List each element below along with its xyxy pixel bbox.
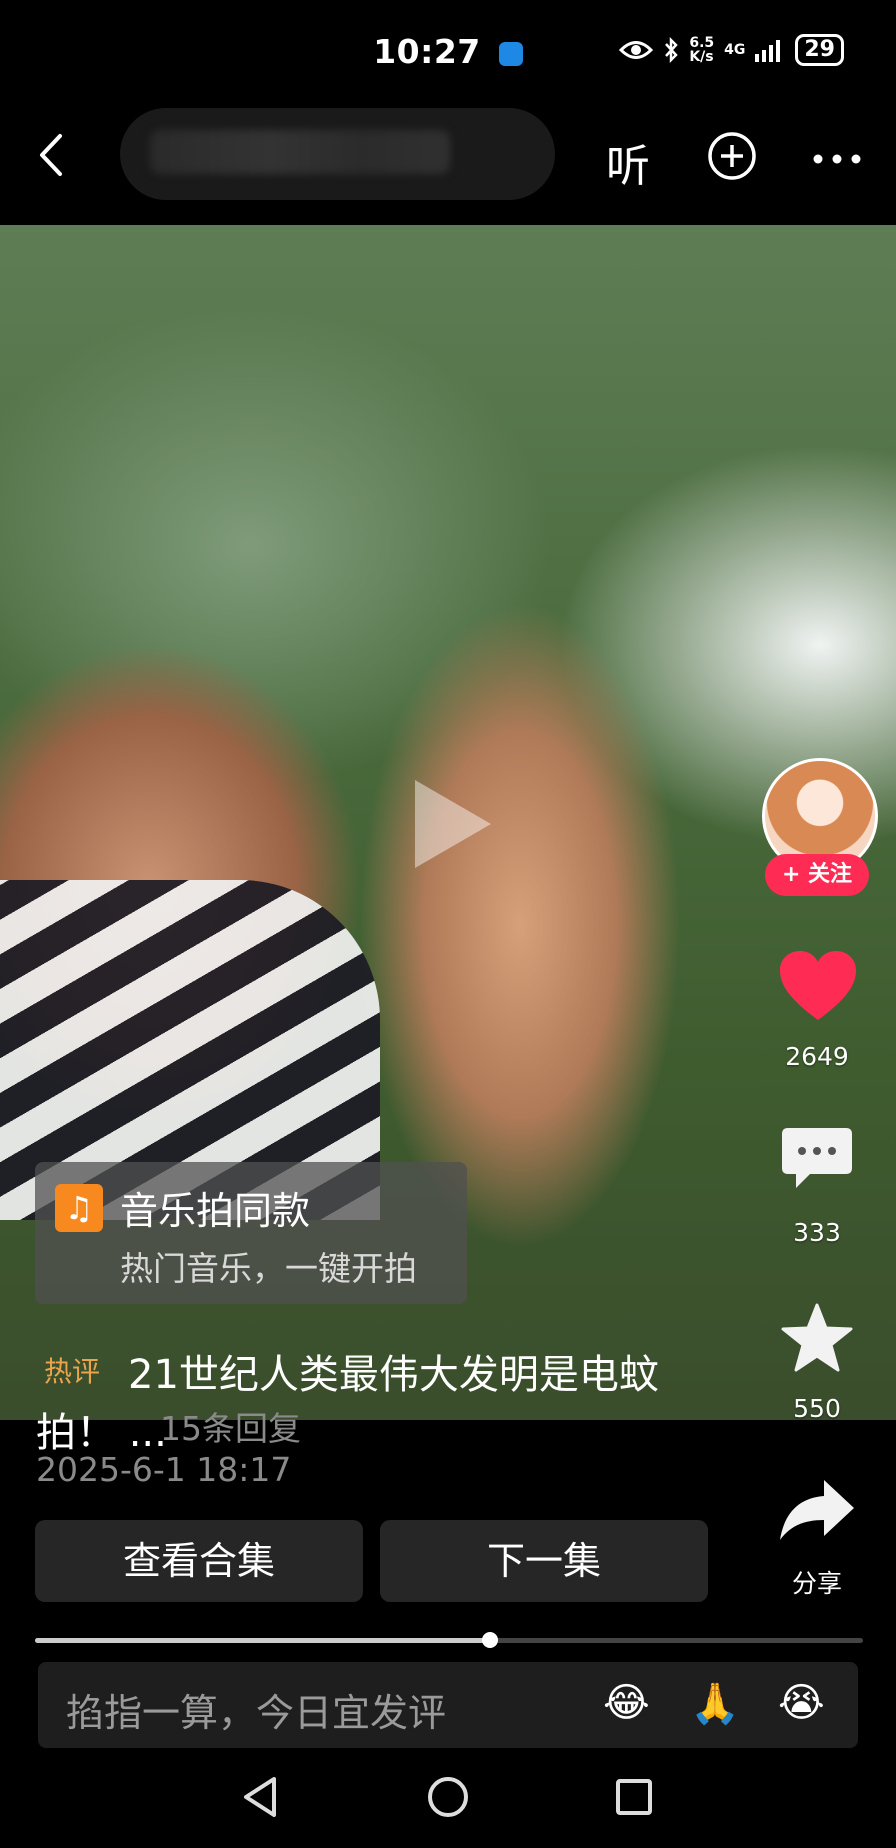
nav-home-button[interactable] xyxy=(426,1775,470,1823)
progress-handle[interactable] xyxy=(482,1632,499,1648)
search-text-blurred xyxy=(150,130,450,174)
hot-comment-tag: 热评 xyxy=(44,1355,101,1388)
favorite-button[interactable] xyxy=(780,1302,854,1378)
next-episode-button[interactable]: 下一集 xyxy=(380,1520,708,1602)
comment-button[interactable] xyxy=(780,1126,854,1196)
play-icon[interactable] xyxy=(415,780,491,868)
comment-input[interactable]: 掐指一算，今日宜发评 😂 🙏 😭 xyxy=(38,1662,858,1748)
message-notification-icon xyxy=(498,41,523,66)
square-recents-icon xyxy=(616,1779,652,1815)
progress-fill xyxy=(35,1638,491,1643)
comment-bubble-icon xyxy=(782,1128,852,1188)
crying-emoji-button[interactable]: 😭 xyxy=(778,1680,825,1726)
comment-placeholder: 掐指一算，今日宜发评 xyxy=(66,1691,447,1735)
follow-button[interactable]: + 关注 xyxy=(765,854,869,896)
chevron-left-icon xyxy=(40,134,62,176)
music-note-icon: ♫ xyxy=(55,1184,103,1232)
clock-text: 10:27 xyxy=(373,32,481,71)
plus-circle-icon xyxy=(708,132,756,180)
music-title: 音乐拍同款 xyxy=(120,1189,311,1233)
signal-icon xyxy=(755,40,781,62)
share-label: 分享 xyxy=(791,1569,842,1598)
music-template-card[interactable]: ♫ 音乐拍同款 热门音乐，一键开拍 xyxy=(35,1162,467,1304)
network-speed: 6.5 K/s xyxy=(689,35,715,65)
view-collection-button[interactable]: 查看合集 xyxy=(35,1520,363,1602)
laughing-emoji-button[interactable]: 😂 xyxy=(603,1680,650,1726)
star-icon xyxy=(781,1303,853,1372)
heart-icon xyxy=(780,951,856,1020)
share-button[interactable] xyxy=(778,1478,856,1546)
music-subtitle: 热门音乐，一键开拍 xyxy=(120,1249,417,1288)
triangle-back-icon xyxy=(244,1777,276,1817)
network-type: 4G xyxy=(724,42,746,58)
share-arrow-icon xyxy=(780,1480,854,1540)
listen-button[interactable]: 听 xyxy=(606,130,650,194)
nav-recents-button[interactable] xyxy=(614,1775,654,1823)
hot-comment-text[interactable]: 21世纪人类最伟大发明是电蚊 xyxy=(128,1342,659,1400)
battery-indicator: 29 xyxy=(795,34,844,66)
more-button[interactable] xyxy=(812,150,862,169)
post-date: 2025-6-1 18:17 xyxy=(36,1450,292,1489)
favorite-count: 550 xyxy=(793,1394,841,1423)
like-button[interactable] xyxy=(778,950,858,1026)
nav-back-button[interactable] xyxy=(240,1775,280,1823)
status-icons: 6.5 K/s 4G 29 xyxy=(619,34,844,66)
back-button[interactable] xyxy=(36,130,66,180)
more-dots-icon xyxy=(813,154,861,164)
bluetooth-icon xyxy=(665,37,679,63)
add-button[interactable] xyxy=(707,131,757,185)
reply-count-link[interactable]: 15条回复 xyxy=(160,1402,301,1450)
comment-count: 333 xyxy=(793,1218,841,1247)
like-count: 2649 xyxy=(785,1042,849,1071)
eye-icon xyxy=(619,41,654,59)
pray-emoji-button[interactable]: 🙏 xyxy=(690,1680,740,1727)
circle-home-icon xyxy=(428,1777,468,1817)
